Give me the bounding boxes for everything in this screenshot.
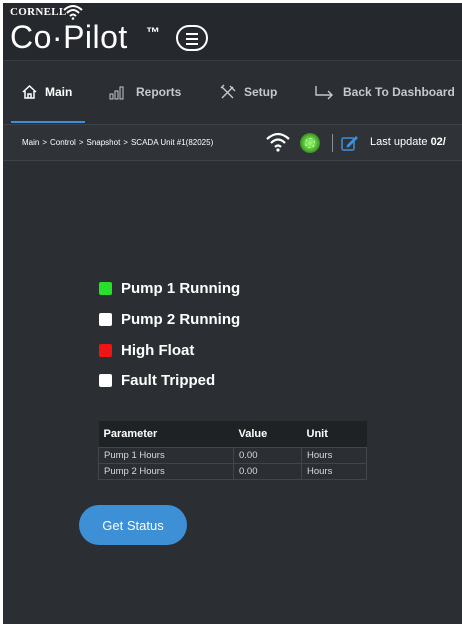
get-status-button[interactable]: Get Status	[79, 505, 187, 545]
status-pump-1-running: Pump 1 Running	[99, 278, 240, 298]
table-header-row: Parameter Value Unit	[98, 421, 367, 447]
breadcrumb-bar: Main > Control > Snapshot > SCADA Unit #1(8202…	[3, 124, 462, 161]
status-high-float: High Float	[99, 340, 194, 360]
breadcrumb-control[interactable]: Control	[50, 138, 76, 147]
status-indicator-icon	[99, 281, 112, 295]
status-indicator-icon	[99, 373, 112, 387]
brand-copilot: Co·Pilot	[10, 19, 128, 55]
back-arrow-icon	[315, 85, 333, 99]
table-cell: Hours	[301, 446, 367, 464]
breadcrumb: Main > Control > Snapshot > SCADA Unit #1(8202…	[22, 138, 214, 147]
nav-main[interactable]: Main	[21, 61, 72, 122]
nav-back-to-dashboard[interactable]: Back To Dashboard	[314, 61, 455, 122]
nav-main-label: Main	[45, 84, 73, 99]
copilot-app: CORNELL Co·Pilot ™ Main Reports Setup Ba…	[3, 3, 462, 624]
breadcrumb-unit: SCADA Unit #1(82025)	[130, 138, 214, 147]
home-icon	[22, 84, 37, 99]
tools-icon	[220, 84, 236, 98]
breadcrumb-main[interactable]: Main	[22, 138, 39, 147]
menu-button[interactable]	[176, 25, 208, 51]
status-indicator-icon	[99, 312, 112, 326]
signal-icon	[266, 132, 290, 152]
brand-trademark: ™	[146, 24, 160, 40]
status-indicator-icon	[99, 343, 112, 357]
nav-reports-label: Reports	[136, 84, 182, 99]
bar-chart-icon	[109, 86, 124, 99]
column-value: Value	[233, 421, 302, 447]
brand-cornell: CORNELL	[10, 6, 67, 18]
nav-setup-label: Setup	[244, 84, 278, 99]
app-header: CORNELL Co·Pilot ™	[3, 3, 462, 60]
table-cell: Hours	[301, 462, 367, 480]
connection-status-led-icon	[300, 133, 320, 153]
breadcrumb-snapshot[interactable]: Snapshot	[86, 138, 120, 147]
last-update: Last update 02/	[370, 136, 446, 148]
last-update-value: 02/	[430, 136, 446, 148]
bar-divider	[332, 134, 333, 152]
table-cell: Pump 1 Hours	[98, 446, 234, 464]
column-parameter: Parameter	[98, 421, 234, 447]
table-row: Pump 2 Hours 0.00 Hours	[98, 462, 367, 480]
main-nav: Main Reports Setup Back To Dashboard	[3, 60, 462, 123]
edit-icon[interactable]	[341, 135, 359, 151]
table-cell: 0.00	[233, 446, 302, 464]
table-cell: Pump 2 Hours	[98, 462, 234, 480]
status-fault-tripped: Fault Tripped	[99, 370, 215, 390]
last-update-label: Last update	[370, 136, 428, 148]
nav-active-indicator	[11, 121, 85, 123]
nav-reports[interactable]: Reports	[109, 61, 181, 122]
parameter-table: Parameter Value Unit Pump 1 Hours 0.00 H…	[98, 421, 367, 480]
status-pump-2-running: Pump 2 Running	[99, 309, 240, 329]
brand-wifi-icon	[63, 5, 83, 20]
nav-back-label: Back To Dashboard	[343, 84, 455, 99]
hamburger-icon	[186, 33, 198, 35]
table-cell: 0.00	[233, 462, 302, 480]
table-row: Pump 1 Hours 0.00 Hours	[98, 446, 367, 464]
column-unit: Unit	[301, 421, 367, 447]
nav-setup[interactable]: Setup	[219, 61, 277, 122]
